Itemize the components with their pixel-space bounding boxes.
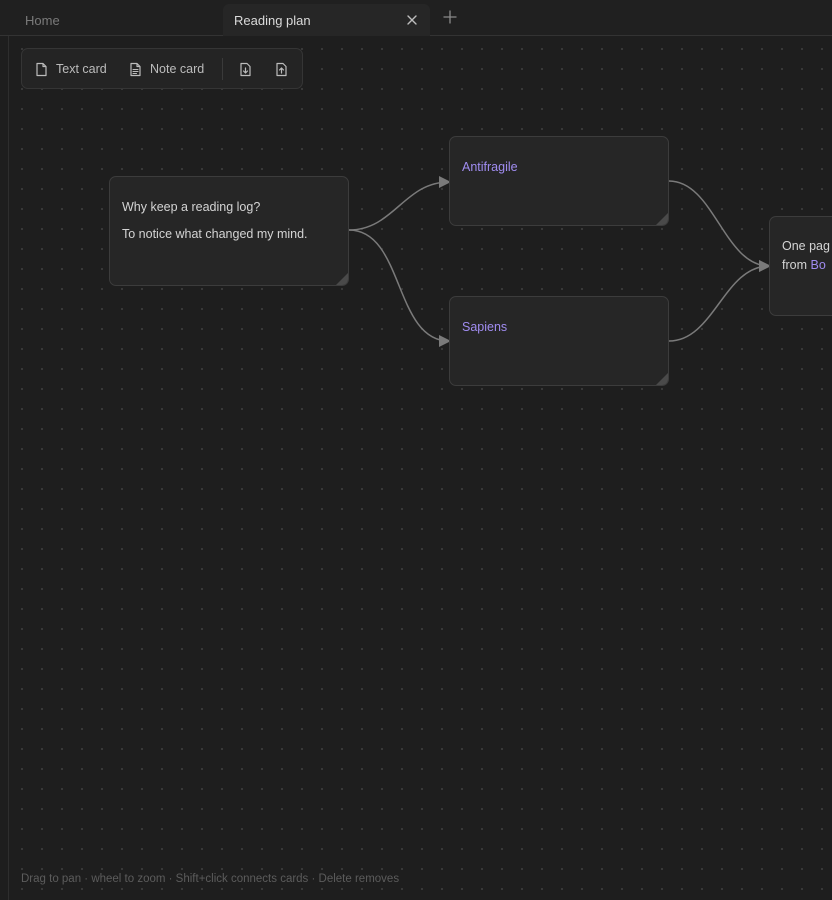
connection-antifragile-summary[interactable]: [668, 180, 771, 272]
canvas[interactable]: Text card Note card Why keep a reading l…: [9, 36, 832, 900]
card-summary-line-2: from Bo: [782, 256, 827, 275]
card-summary-line-2-prefix: from: [782, 258, 811, 272]
tab-reading-plan-label: Reading plan: [234, 12, 311, 28]
connection-intro-antifragile[interactable]: [348, 176, 451, 231]
tab-bar: Home Reading plan: [0, 0, 832, 36]
card-intro-line-1: Why keep a reading log?: [122, 200, 261, 214]
card-summary-link[interactable]: Bo: [810, 258, 825, 272]
card-connections: [348, 176, 771, 347]
canvas-hint: Drag to pan · wheel to zoom · Shift+clic…: [21, 873, 400, 885]
resize-handle-icon[interactable]: [336, 273, 348, 285]
card-summary-line-1: One pag: [782, 239, 830, 253]
connection-sapiens-summary[interactable]: [668, 260, 771, 342]
close-icon[interactable]: [404, 12, 420, 28]
resize-handle-icon[interactable]: [656, 373, 668, 385]
tab-home[interactable]: Home: [10, 4, 210, 36]
tab-home-label: Home: [25, 12, 60, 28]
card-sapiens-link[interactable]: Sapiens: [462, 318, 656, 337]
card-intro-line-2: To notice what changed my mind.: [122, 227, 308, 241]
tab-reading-plan[interactable]: Reading plan: [223, 4, 430, 36]
card-intro[interactable]: Why keep a reading log? To notice what c…: [109, 176, 349, 286]
resize-handle-icon[interactable]: [656, 213, 668, 225]
connection-intro-sapiens[interactable]: [348, 229, 451, 347]
new-tab-plus-icon[interactable]: [442, 9, 458, 25]
card-summary[interactable]: One pag from Bo: [769, 216, 832, 316]
card-sapiens[interactable]: Sapiens: [449, 296, 669, 386]
card-antifragile[interactable]: Antifragile: [449, 136, 669, 226]
card-antifragile-link[interactable]: Antifragile: [462, 158, 656, 177]
